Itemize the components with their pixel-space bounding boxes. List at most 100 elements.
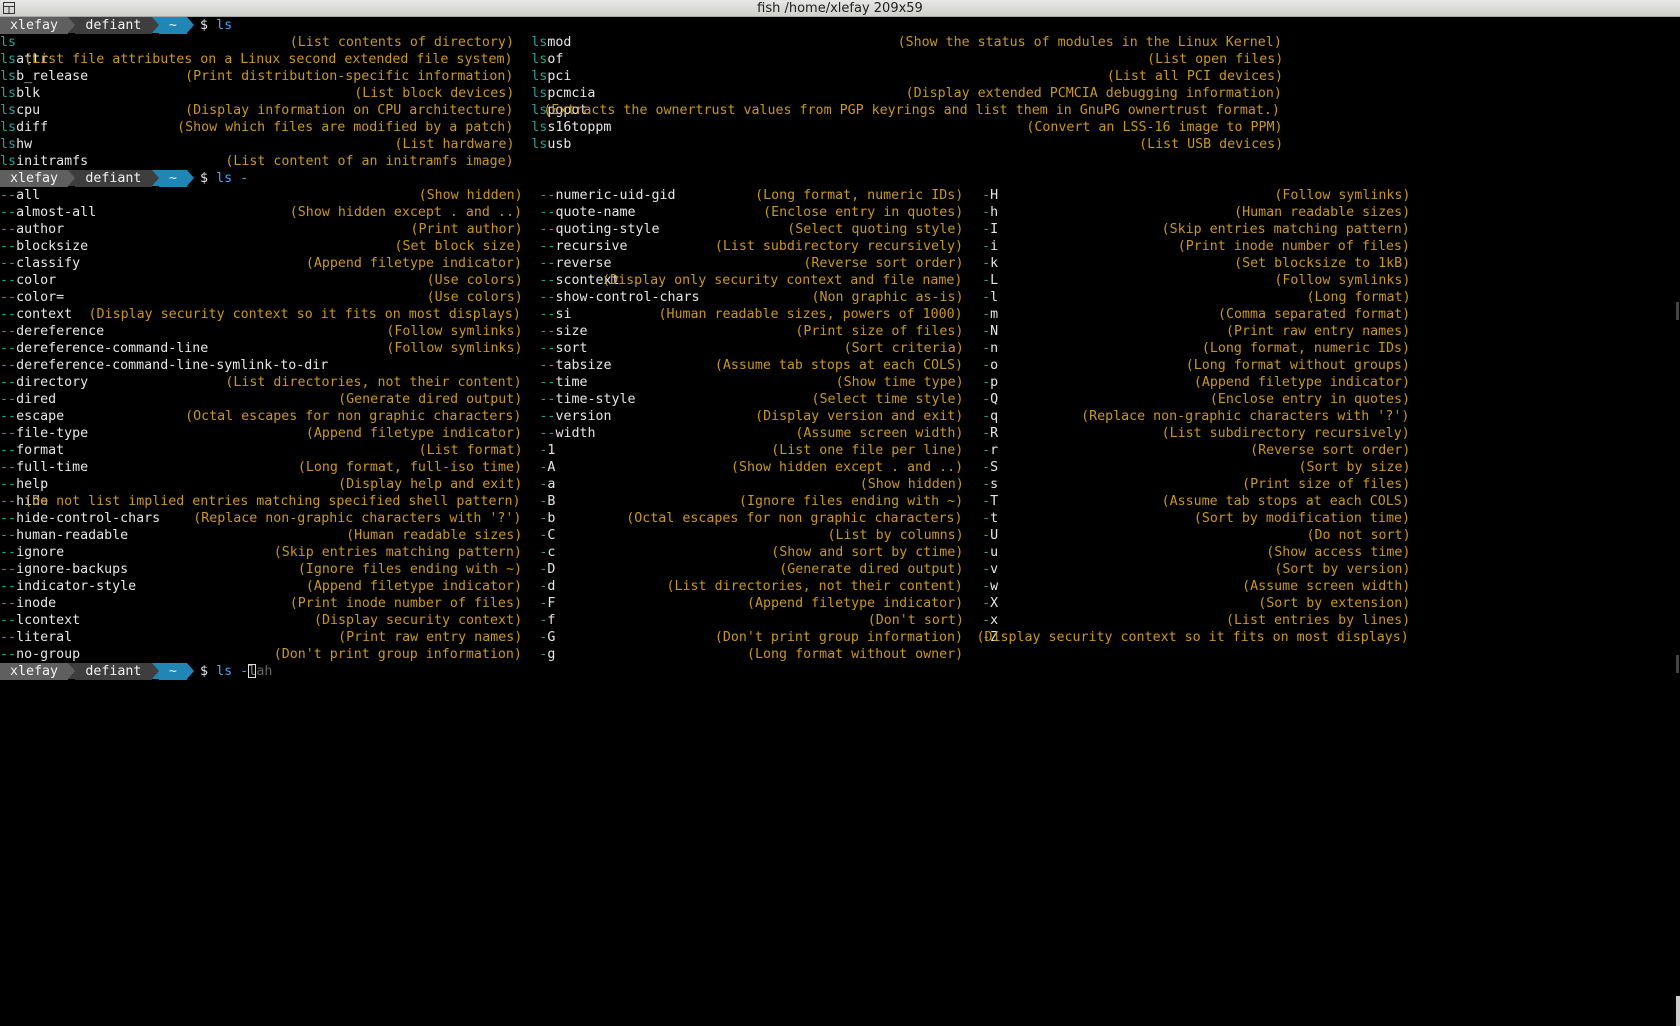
- completion-row: -- file-type (Append filetype indicator) --…: [0, 425, 1680, 442]
- prompt-separator-arrow: [187, 170, 194, 186]
- flag-name: C: [547, 528, 556, 543]
- prompt-user: xlefay: [0, 170, 69, 187]
- flag-name: A: [547, 460, 556, 475]
- flag-prefix: --: [539, 426, 556, 441]
- flag-name: F: [547, 596, 556, 611]
- flag-name: blocksize: [16, 239, 89, 254]
- flag-description: (Assume tab stops at each COLS): [1161, 494, 1410, 509]
- flag-name: i: [990, 239, 999, 254]
- flag-name: lcontext: [16, 613, 81, 628]
- flag-name: ignore-backups: [16, 562, 129, 577]
- flag-description: (Follow symlinks): [386, 324, 523, 339]
- flag-prefix: -: [982, 256, 991, 271]
- completion-row: -- human-readable (Human readable sizes) - C…: [0, 527, 1680, 544]
- flag-description: (Long format, numeric IDs): [1201, 341, 1410, 356]
- flag-name: X: [990, 596, 999, 611]
- flag-description: (Replace non-graphic characters with '?'…: [193, 511, 522, 526]
- flag-prefix: --: [0, 579, 17, 594]
- flag-prefix: --: [0, 409, 17, 424]
- completion-description: (Extracts the ownertrust values from PGP…: [543, 103, 1280, 118]
- flag-description: (Skip entries matching pattern): [273, 545, 522, 560]
- flag-name: a: [547, 477, 556, 492]
- completion-row: -- hide (Do not list implied entries match…: [0, 493, 1680, 510]
- flag-description: (Ignore files ending with ~): [738, 494, 964, 509]
- flag-description: (Skip entries matching pattern): [1161, 222, 1410, 237]
- completion-row: ls hw (List hardware) ls usb (List USB device…: [0, 136, 1680, 153]
- flag-name: hide-control-chars: [16, 511, 161, 526]
- completion-description: (Convert an LSS-16 image to PPM): [1026, 120, 1283, 135]
- flag-prefix: -: [539, 477, 548, 492]
- window-title: fish /home/xlefay 209x59: [757, 1, 923, 16]
- flag-description: (Octal escapes for non graphic character…: [185, 409, 522, 424]
- completion-match: ls: [0, 103, 17, 118]
- flag-name: t: [990, 511, 999, 526]
- flag-prefix: --: [0, 545, 17, 560]
- flag-name: directory: [16, 375, 89, 390]
- command-input[interactable]: ls -: [216, 663, 248, 680]
- completion-row: -- color (Use colors) -- scontext (Display on…: [0, 272, 1680, 289]
- completion-row: -- dired (Generate dired output) -- time-sty…: [0, 391, 1680, 408]
- flag-name: u: [990, 545, 999, 560]
- flag-description: (List directories, not their content): [666, 579, 963, 594]
- autosuggestion: ah: [256, 664, 273, 679]
- window-titlebar[interactable]: fish /home/xlefay 209x59: [0, 0, 1680, 17]
- flag-prefix: -: [539, 443, 548, 458]
- flag-prefix: --: [539, 409, 556, 424]
- flag-description: (Print raw entry names): [338, 630, 523, 645]
- flag-prefix: -: [982, 375, 991, 390]
- completion-row: -- literal (Print raw entry names) - G (Don't…: [0, 629, 1680, 646]
- flag-prefix: -: [982, 528, 991, 543]
- flag-name: w: [990, 579, 999, 594]
- flag-name: recursive: [555, 239, 628, 254]
- completion-match: ls: [531, 69, 548, 84]
- flag-prefix: --: [0, 341, 17, 356]
- terminal-output[interactable]: xlefay defiant ~ $ ls ls (List contents of …: [0, 17, 1680, 1026]
- prompt-dir: ~: [158, 663, 187, 680]
- flag-name: D: [547, 562, 556, 577]
- completion-name: mod: [547, 35, 572, 50]
- completion-match: ls: [0, 52, 17, 67]
- flag-description: (Show time type): [835, 375, 964, 390]
- prompt-separator-arrow: [187, 663, 194, 679]
- flag-description: (Sort criteria): [843, 341, 964, 356]
- flag-prefix: -: [982, 341, 991, 356]
- completion-row: -- help (Display help and exit) - a (Show hid…: [0, 476, 1680, 493]
- flag-prefix: --: [539, 375, 556, 390]
- flag-name: Q: [990, 392, 999, 407]
- flag-name: v: [990, 562, 999, 577]
- scrollbar-thumb[interactable]: [1676, 996, 1680, 1026]
- flag-prefix: --: [539, 256, 556, 271]
- prompt-host: defiant: [75, 17, 152, 34]
- flag-prefix: --: [0, 426, 17, 441]
- completion-match: ls: [0, 154, 17, 169]
- flag-prefix: --: [0, 647, 17, 662]
- flag-name: numeric-uid-gid: [555, 188, 676, 203]
- completion-name: diff: [16, 120, 49, 135]
- flag-prefix: --: [0, 562, 17, 577]
- completion-row: -- author (Print author) -- quoting-style (Se…: [0, 221, 1680, 238]
- flag-description: (List one file per line): [771, 443, 964, 458]
- completion-row: ls (List contents of directory) ls mod (Show…: [0, 34, 1680, 51]
- completion-row: -- ignore-backups (Ignore files ending wit…: [0, 561, 1680, 578]
- flag-description: (Print size of files): [1242, 477, 1411, 492]
- flag-prefix: --: [0, 205, 17, 220]
- flag-name: file-type: [16, 426, 89, 441]
- flag-description: (Human readable sizes): [346, 528, 523, 543]
- flag-name: context: [16, 307, 73, 322]
- flag-description: (Enclose entry in quotes): [763, 205, 964, 220]
- prompt-symbol: $: [200, 171, 209, 186]
- completion-row: -- escape (Octal escapes for non graphic c…: [0, 408, 1680, 425]
- flag-name: o: [990, 358, 999, 373]
- command-text: ls -: [216, 171, 249, 186]
- completion-description: (Display extended PCMCIA debugging infor…: [905, 86, 1282, 101]
- completion-row: -- directory (List directories, not their …: [0, 374, 1680, 391]
- flag-description: (Show hidden): [859, 477, 964, 492]
- flag-description: (Reverse sort order): [803, 256, 964, 271]
- completion-match: ls: [531, 86, 548, 101]
- flag-prefix: --: [0, 307, 17, 322]
- flag-description: (Show hidden except . and ..): [289, 205, 522, 220]
- flag-prefix: --: [0, 239, 17, 254]
- flag-name: almost-all: [16, 205, 97, 220]
- flag-prefix: --: [539, 188, 556, 203]
- flag-prefix: -: [982, 477, 991, 492]
